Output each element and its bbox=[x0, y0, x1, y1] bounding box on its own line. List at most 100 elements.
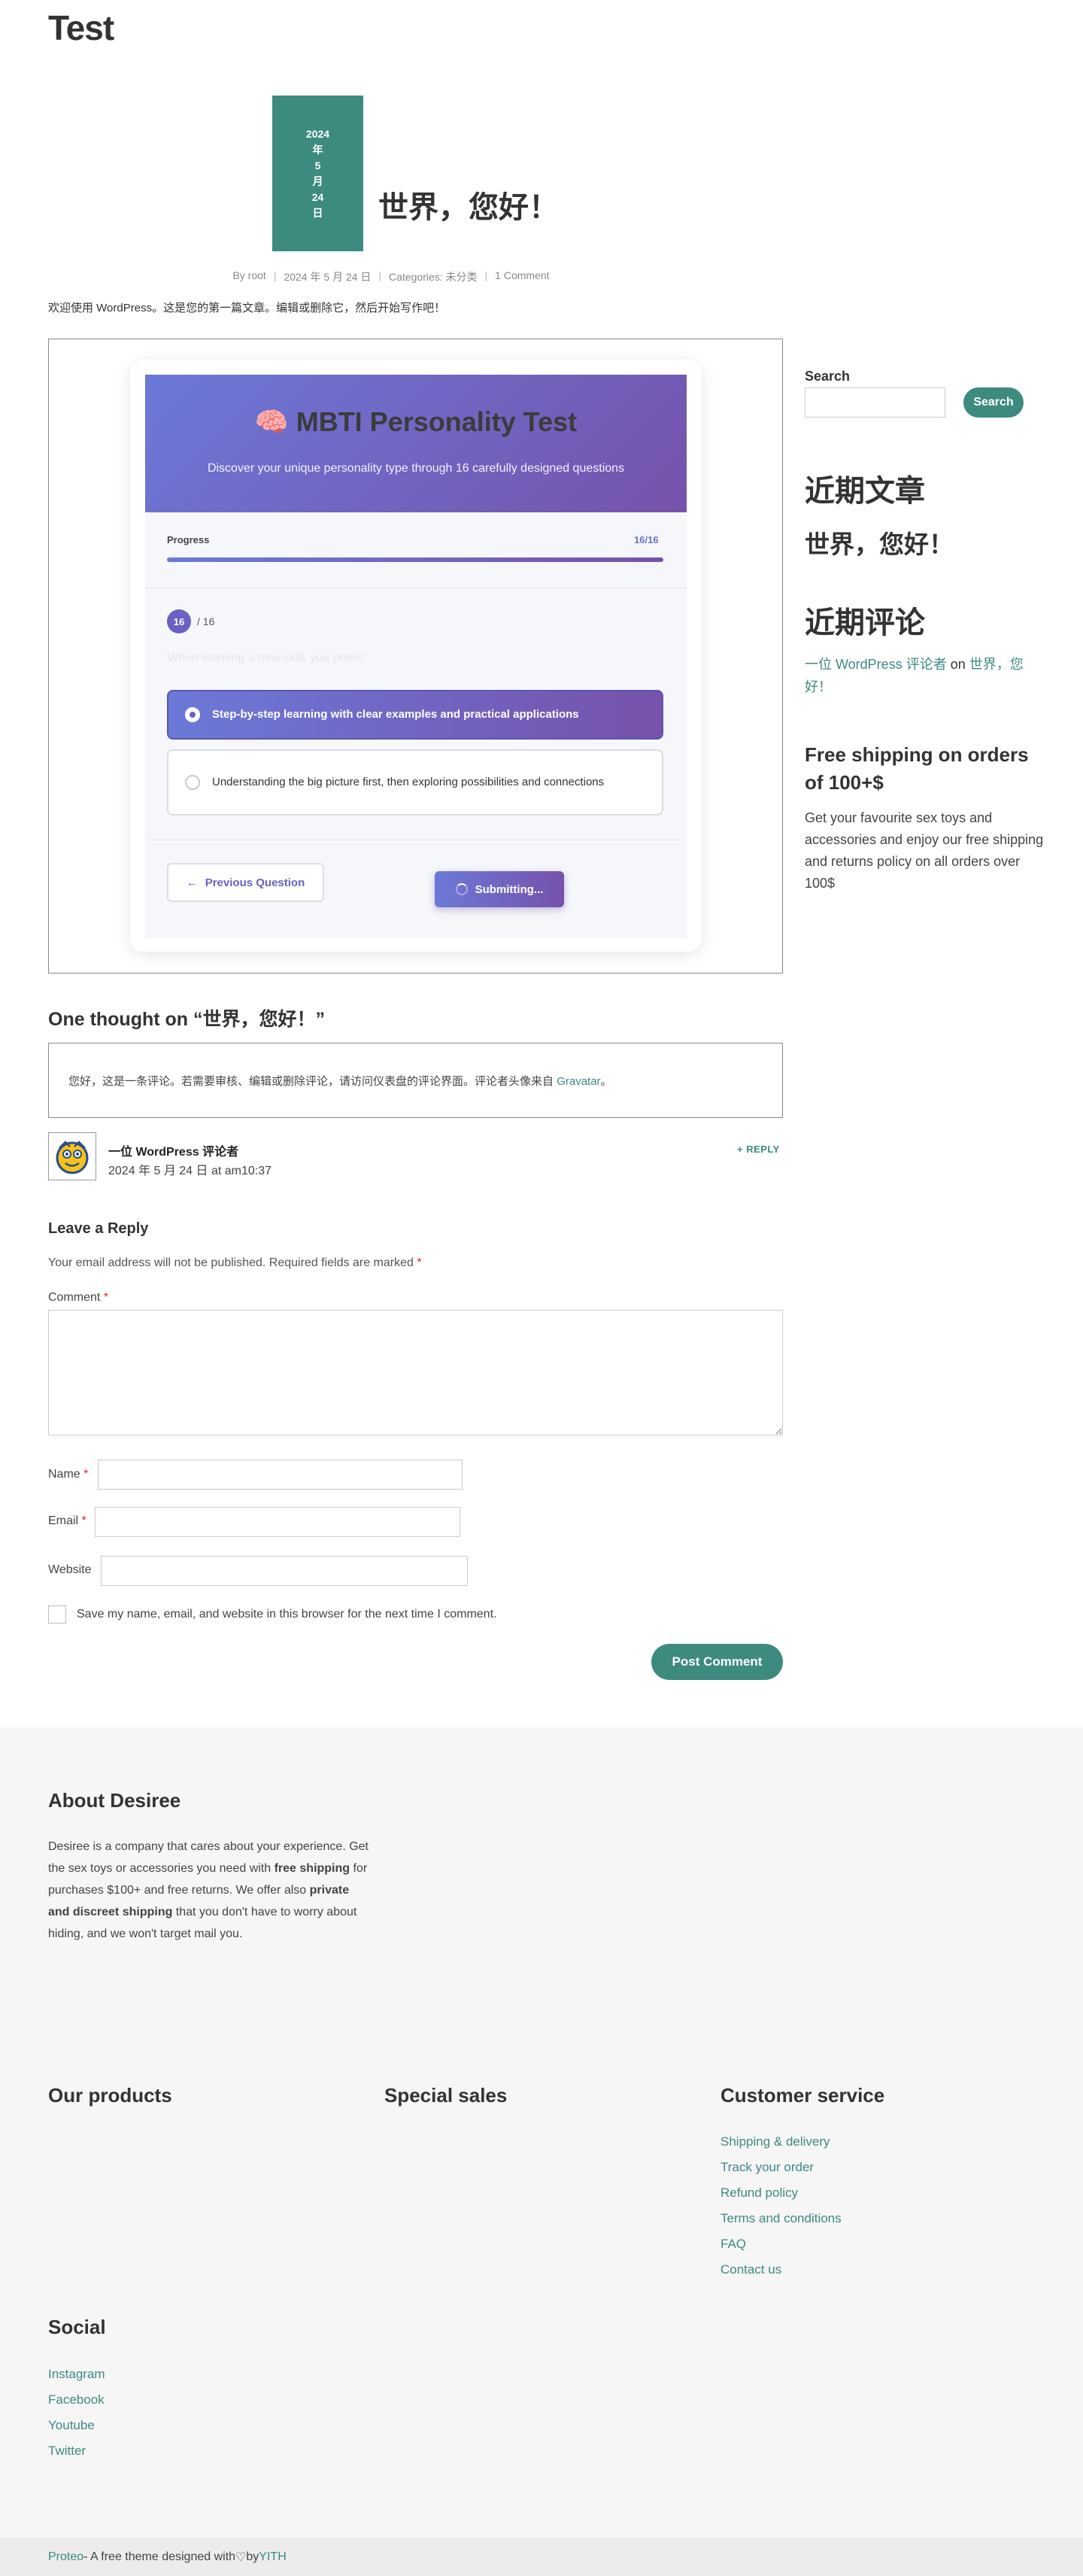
leave-reply-title: Leave a Reply bbox=[48, 1220, 149, 1237]
date-month: 5 bbox=[314, 159, 321, 172]
meta-separator: | bbox=[484, 269, 488, 281]
shipping-text: Get your favourite sex toys and accessor… bbox=[805, 810, 1044, 891]
progress-count: 16/16 bbox=[634, 534, 659, 545]
name-label: Name * bbox=[48, 1468, 88, 1481]
submit-button[interactable]: Submitting... bbox=[435, 871, 564, 907]
credit-text: - A free theme designed with bbox=[83, 2550, 236, 2563]
author-link[interactable]: YITH bbox=[259, 2550, 286, 2564]
website-field[interactable] bbox=[101, 1556, 468, 1586]
comment-body: 您好，这是一条评论。若需要审核、编辑或删除评论，请访问仪表盘的评论界面。评论者头… bbox=[48, 1043, 783, 1118]
progress-label: Progress bbox=[167, 534, 210, 545]
reply-link[interactable]: + REPLY bbox=[737, 1144, 780, 1155]
name-label-text: Name bbox=[48, 1468, 80, 1481]
footer-credits: Proteo - A free theme designed with ♡ by… bbox=[0, 2538, 1083, 2576]
about-title: About Desiree bbox=[48, 1789, 181, 1812]
save-info-checkbox[interactable] bbox=[48, 1605, 66, 1624]
products-title: Our products bbox=[48, 2084, 172, 2107]
meta-separator: | bbox=[273, 269, 277, 281]
recent-post-link[interactable]: 世界，您好！ bbox=[805, 524, 954, 560]
social-link-facebook[interactable]: Facebook bbox=[48, 2387, 105, 2413]
quiz-hero bbox=[145, 375, 687, 512]
quiz-subtitle: Discover your unique personality type th… bbox=[207, 462, 625, 475]
footer-link-contact[interactable]: Contact us bbox=[720, 2257, 842, 2283]
post-date[interactable]: 2024 年 5 月 24 日 bbox=[284, 269, 371, 284]
form-notes-text: Your email address will not be published… bbox=[48, 1256, 414, 1269]
name-field[interactable] bbox=[98, 1460, 463, 1490]
radio-icon[interactable] bbox=[185, 775, 200, 790]
arrow-left-icon: ← bbox=[186, 876, 198, 889]
comment-textarea[interactable] bbox=[48, 1310, 783, 1435]
recent-comment-on: on bbox=[950, 657, 966, 672]
comments-title: One thought on “世界，您好！” bbox=[48, 1009, 326, 1030]
recent-comment-author-link[interactable]: 一位 WordPress 评论者 bbox=[805, 657, 947, 672]
post-comments-count[interactable]: 1 Comment bbox=[495, 269, 549, 284]
about-text: Desiree is a company that cares about yo… bbox=[48, 1836, 372, 1945]
credit-by: by bbox=[246, 2550, 259, 2563]
website-label: Website bbox=[48, 1563, 92, 1576]
site-title[interactable]: Test bbox=[48, 8, 114, 48]
email-label: Email * bbox=[48, 1514, 86, 1528]
previous-question-button[interactable]: ← Previous Question bbox=[167, 863, 324, 902]
post-comment-button[interactable]: Post Comment bbox=[651, 1644, 783, 1680]
footer-link-refund[interactable]: Refund policy bbox=[720, 2180, 842, 2206]
quiz-title-text: MBTI Personality Test bbox=[296, 406, 578, 437]
comment-label-text: Comment bbox=[48, 1291, 101, 1304]
search-input[interactable] bbox=[805, 387, 945, 418]
answer-option[interactable]: Understanding the big picture first, the… bbox=[167, 749, 663, 816]
search-label: Search bbox=[805, 369, 851, 384]
email-field[interactable] bbox=[95, 1507, 460, 1537]
previous-question-label: Previous Question bbox=[205, 876, 305, 889]
search-button[interactable]: Search bbox=[963, 387, 1024, 418]
comment-date[interactable]: 2024 年 5 月 24 日 at am10:37 bbox=[108, 1160, 272, 1178]
submit-label: Submitting... bbox=[475, 882, 544, 896]
answer-option-label: Step-by-step learning with clear example… bbox=[212, 708, 579, 721]
footer-link-terms[interactable]: Terms and conditions bbox=[720, 2206, 842, 2231]
wordpress-avatar-icon bbox=[56, 1141, 89, 1174]
form-notes: Your email address will not be published… bbox=[48, 1256, 422, 1270]
date-day: 24 bbox=[311, 190, 324, 203]
social-link-instagram[interactable]: Instagram bbox=[48, 2362, 105, 2387]
theme-link[interactable]: Proteo bbox=[48, 2550, 83, 2564]
required-mark: * bbox=[83, 1468, 89, 1481]
footer-link-track-order[interactable]: Track your order bbox=[720, 2155, 842, 2180]
recent-comment: 一位 WordPress 评论者 on 世界，您好！ bbox=[805, 653, 1045, 698]
social-links: Instagram Facebook Youtube Twitter bbox=[48, 2362, 105, 2464]
about-bold-1: free shipping bbox=[274, 1862, 350, 1875]
service-title: Customer service bbox=[720, 2084, 885, 2107]
brain-icon: 🧠 bbox=[254, 406, 289, 437]
save-info-label: Save my name, email, and website in this… bbox=[77, 1608, 497, 1621]
comment-text: 您好，这是一条评论。若需要审核、编辑或删除评论，请访问仪表盘的评论界面。评论者头… bbox=[68, 1074, 557, 1088]
social-link-youtube[interactable]: Youtube bbox=[48, 2413, 105, 2438]
post-date-badge: 2024 年 5 月 24 日 bbox=[272, 96, 363, 251]
post-categories[interactable]: Categories: 未分类 bbox=[389, 269, 477, 284]
date-year-suffix: 年 bbox=[312, 143, 323, 156]
post-intro: 欢迎使用 WordPress。这是您的第一篇文章。编辑或删除它，然后开始写作吧！ bbox=[48, 302, 446, 314]
comment-author: 一位 WordPress 评论者 bbox=[108, 1146, 239, 1159]
progress-fill bbox=[167, 557, 663, 562]
footer-link-faq[interactable]: FAQ bbox=[720, 2231, 842, 2257]
required-mark: * bbox=[103, 1291, 109, 1304]
social-link-twitter[interactable]: Twitter bbox=[48, 2438, 105, 2464]
answer-option-selected[interactable]: Step-by-step learning with clear example… bbox=[167, 690, 663, 740]
heart-icon: ♡ bbox=[235, 2550, 247, 2564]
social-title: Social bbox=[48, 2316, 106, 2338]
answer-option-label: Understanding the big picture first, the… bbox=[212, 776, 605, 788]
required-mark: * bbox=[417, 1256, 422, 1269]
date-year: 2024 bbox=[305, 127, 330, 140]
question-text: When learning a new skill, you prefer: bbox=[167, 652, 368, 664]
radio-selected-icon[interactable] bbox=[185, 707, 200, 722]
spinner-icon bbox=[455, 883, 468, 895]
comment-text-wrap: 您好，这是一条评论。若需要审核、编辑或删除评论，请访问仪表盘的评论界面。评论者头… bbox=[68, 1073, 612, 1089]
recent-posts-title: 近期文章 bbox=[805, 475, 925, 508]
date-day-suffix: 日 bbox=[312, 206, 323, 219]
avatar bbox=[48, 1132, 96, 1180]
footer-link-shipping[interactable]: Shipping & delivery bbox=[720, 2129, 842, 2155]
service-links: Shipping & delivery Track your order Ref… bbox=[720, 2129, 842, 2283]
post-author[interactable]: By root bbox=[232, 269, 265, 284]
question-total: / 16 bbox=[197, 615, 215, 627]
required-mark: * bbox=[81, 1514, 86, 1527]
email-label-text: Email bbox=[48, 1514, 79, 1527]
question-number-badge: 16 bbox=[167, 609, 191, 633]
recent-comments-title: 近期评论 bbox=[805, 606, 925, 639]
gravatar-link[interactable]: Gravatar bbox=[557, 1075, 600, 1088]
